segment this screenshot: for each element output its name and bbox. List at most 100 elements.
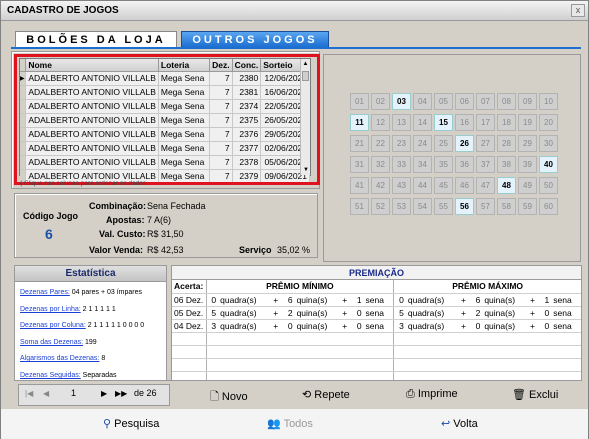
number-button[interactable]: 45	[434, 177, 453, 194]
stat-soma-link[interactable]: Soma das Dezenas:	[20, 339, 83, 346]
number-button[interactable]: 56	[455, 198, 474, 215]
imprime-button[interactable]: ⎙ Imprime	[406, 388, 458, 401]
number-button[interactable]: 57	[476, 198, 495, 215]
sena-label: sena	[551, 319, 581, 333]
number-button[interactable]: 36	[455, 156, 474, 173]
number-button[interactable]: 42	[371, 177, 390, 194]
number-button[interactable]: 01	[350, 93, 369, 110]
number-button[interactable]: 29	[518, 135, 537, 152]
number-button[interactable]: 35	[434, 156, 453, 173]
number-button[interactable]: 04	[413, 93, 432, 110]
number-button[interactable]: 52	[371, 198, 390, 215]
number-button[interactable]: 37	[476, 156, 495, 173]
number-button[interactable]: 53	[392, 198, 411, 215]
number-button[interactable]: 59	[518, 198, 537, 215]
number-button[interactable]: 21	[350, 135, 369, 152]
number-button[interactable]: 33	[392, 156, 411, 173]
stat-seguidas-link[interactable]: Dezenas Seguidas:	[20, 372, 81, 379]
number-button[interactable]: 16	[455, 114, 474, 131]
pesquisa-button[interactable]: ⚲ Pesquisa	[103, 417, 159, 430]
todos-button[interactable]: 👥 Todos	[267, 417, 313, 430]
last-page-icon[interactable]: ▶▶	[115, 389, 127, 398]
number-button[interactable]: 50	[539, 177, 558, 194]
number-button[interactable]: 48	[497, 177, 516, 194]
number-button[interactable]: 07	[476, 93, 495, 110]
stat-coluna-link[interactable]: Dezenas por Coluna:	[20, 322, 86, 329]
number-button[interactable]: 02	[371, 93, 390, 110]
empty-cell	[393, 332, 581, 346]
number-button[interactable]: 20	[539, 114, 558, 131]
exclui-button[interactable]: 🗑 Exclui	[512, 388, 558, 401]
page-navigator: |◀ ◀ 1 ▶ ▶▶ de 26	[18, 384, 170, 406]
number-button[interactable]: 22	[371, 135, 390, 152]
repete-button[interactable]: ⟲ Repete	[302, 388, 350, 401]
number-button[interactable]: 13	[392, 114, 411, 131]
number-button[interactable]: 08	[497, 93, 516, 110]
number-button[interactable]: 03	[392, 93, 411, 110]
number-button[interactable]: 23	[392, 135, 411, 152]
number-button[interactable]: 09	[518, 93, 537, 110]
number-button[interactable]: 47	[476, 177, 495, 194]
first-page-icon[interactable]: |◀	[25, 389, 33, 398]
number-button[interactable]: 15	[434, 114, 453, 131]
number-button[interactable]: 30	[539, 135, 558, 152]
stat-linha-link[interactable]: Dezenas por Linha:	[20, 306, 81, 313]
tab-boloes-da-loja[interactable]: BOLÕES DA LOJA	[15, 31, 177, 48]
number-button[interactable]: 31	[350, 156, 369, 173]
number-button[interactable]: 17	[476, 114, 495, 131]
number-button[interactable]: 40	[539, 156, 558, 173]
number-button[interactable]: 27	[476, 135, 495, 152]
empty-cell	[205, 358, 394, 372]
number-button[interactable]: 41	[350, 177, 369, 194]
close-button[interactable]: x	[571, 4, 585, 17]
number-button[interactable]: 06	[455, 93, 474, 110]
quadra-label: quadra(s)	[218, 293, 272, 307]
tab-outros-jogos[interactable]: OUTROS JOGOS	[181, 31, 329, 48]
sena-label: sena	[363, 293, 394, 307]
prev-page-icon[interactable]: ◀	[43, 389, 49, 398]
number-button[interactable]: 32	[371, 156, 390, 173]
number-button[interactable]: 14	[413, 114, 432, 131]
number-button[interactable]: 10	[539, 93, 558, 110]
number-button[interactable]: 58	[497, 198, 516, 215]
number-button[interactable]: 26	[455, 135, 474, 152]
number-button[interactable]: 38	[497, 156, 516, 173]
quina-count: 2	[283, 306, 295, 320]
estatistica-title: Estatística	[15, 266, 166, 282]
stat-soma-value: 199	[85, 339, 97, 346]
stat-pares-link[interactable]: Dezenas Pares:	[20, 289, 70, 296]
number-button[interactable]: 19	[518, 114, 537, 131]
printer-icon: ⎙	[406, 388, 415, 400]
number-button[interactable]: 39	[518, 156, 537, 173]
stat-algarismos-link[interactable]: Algarismos das Dezenas:	[20, 355, 99, 362]
servico-label: Serviço	[239, 245, 272, 255]
number-button[interactable]: 43	[392, 177, 411, 194]
number-button[interactable]: 54	[413, 198, 432, 215]
sort-hint: ( Clique nas colunas para ordenar os dad…	[20, 180, 147, 187]
quadra-count: 0	[205, 293, 219, 307]
number-button[interactable]: 11	[350, 114, 369, 131]
number-button[interactable]: 05	[434, 93, 453, 110]
apostas-value: 7 A(6)	[147, 215, 172, 225]
number-button[interactable]: 28	[497, 135, 516, 152]
number-button[interactable]: 25	[434, 135, 453, 152]
number-button[interactable]: 46	[455, 177, 474, 194]
number-button[interactable]: 55	[434, 198, 453, 215]
number-button[interactable]: 51	[350, 198, 369, 215]
number-button[interactable]: 24	[413, 135, 432, 152]
number-button[interactable]: 60	[539, 198, 558, 215]
stat-coluna-value: 2 1 1 1 1 1 0 0 0 0	[87, 322, 145, 329]
number-button[interactable]: 44	[413, 177, 432, 194]
plus-sign: +	[340, 293, 353, 307]
stat-algarismos-value: 8	[101, 355, 106, 362]
novo-button[interactable]: 🗋 Novo	[210, 388, 248, 407]
number-button[interactable]: 49	[518, 177, 537, 194]
volta-button[interactable]: ↩ Volta	[441, 417, 478, 430]
stat-seguidas: Dezenas Seguidas: Separadas	[20, 372, 117, 379]
quadra-label: quadra(s)	[218, 306, 272, 320]
page-number[interactable]: 1	[71, 388, 76, 398]
next-page-icon[interactable]: ▶	[101, 389, 107, 398]
number-button[interactable]: 34	[413, 156, 432, 173]
number-button[interactable]: 18	[497, 114, 516, 131]
number-button[interactable]: 12	[371, 114, 390, 131]
